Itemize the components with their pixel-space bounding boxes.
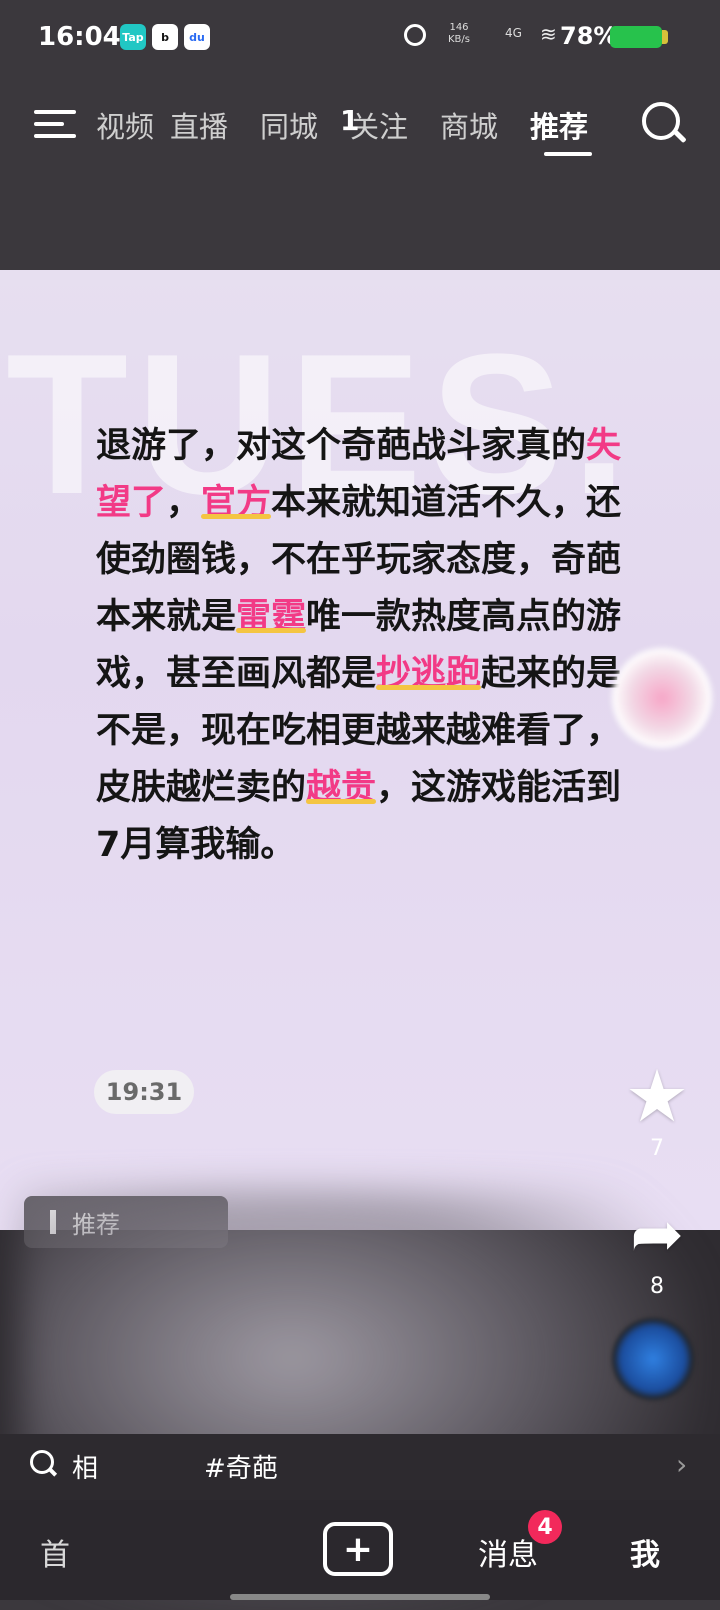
avatar[interactable] (612, 648, 712, 748)
home-indicator[interactable] (230, 1594, 490, 1600)
tab-home[interactable]: 首 (40, 1530, 70, 1574)
messages-badge: 4 (528, 1510, 562, 1544)
status-bar: 16:04 Tap b du 146 KB/s 4G ≋ 78% (0, 0, 720, 80)
tab-mall[interactable]: 商城 (440, 104, 498, 146)
share-action[interactable]: ➦ 8 (612, 1200, 702, 1299)
menu-icon[interactable] (34, 104, 76, 144)
search-icon (30, 1450, 58, 1477)
star-icon[interactable]: ★ (612, 1060, 702, 1132)
tab-messages[interactable]: 消息 (478, 1530, 538, 1574)
create-post-button[interactable]: + (323, 1522, 393, 1576)
tab-live[interactable]: 直播 (170, 104, 228, 146)
highlight-segment: 官方 (201, 483, 272, 523)
recommend-chip-label: 推荐 (72, 1210, 120, 1239)
search-query-prefix: 相 (72, 1454, 99, 1484)
post-text: 退游了，对这个奇葩战斗家真的失望了，官方本来就知道活不久，还使劲圈钱，不在乎玩家… (96, 418, 636, 874)
tab-me[interactable]: 我 (630, 1530, 660, 1574)
status-time: 16:04 (38, 22, 121, 52)
highlight-segment: 越贵 (306, 768, 377, 808)
bottom-tab-bar: 首 + 消息 4 我 (0, 1500, 720, 1600)
share-count: 8 (650, 1274, 664, 1299)
highlight-segment: 雷霆 (236, 597, 307, 637)
search-icon[interactable] (642, 102, 687, 146)
search-query-tag: #奇葩 (204, 1454, 278, 1484)
battery-icon (610, 26, 662, 48)
baidu-app-icon: du (184, 24, 210, 50)
tab-recommend[interactable]: 推荐 (530, 104, 588, 146)
recommend-chip[interactable]: 推荐 (24, 1196, 228, 1248)
app-notification-icon: b (152, 24, 178, 50)
chevron-right-icon[interactable]: › (676, 1448, 687, 1481)
tab-local[interactable]: 同城 (260, 104, 318, 146)
chip-icon (50, 1210, 56, 1234)
network-speed: 146 KB/s (448, 22, 470, 45)
wifi-icon: ≋ (540, 22, 557, 46)
alarm-icon (404, 24, 426, 46)
music-disc-icon[interactable] (612, 1318, 694, 1400)
related-search-bar[interactable]: 相 #奇葩 › (0, 1434, 720, 1500)
signal-label: 4G (505, 26, 522, 40)
battery-percent: 78% (560, 22, 618, 50)
taptap-app-icon: Tap (120, 24, 146, 50)
top-navigation: 视频 直播 同城 关注 1 商城 推荐 (0, 90, 720, 160)
text-segment: ， (166, 483, 202, 523)
active-tab-indicator (544, 152, 592, 156)
highlight-segment: 抄逃跑 (376, 654, 482, 694)
tab-video[interactable]: 视频 (96, 104, 154, 146)
favorite-action[interactable]: ★ 7 (612, 1060, 702, 1161)
post-timestamp: 19:31 (94, 1070, 194, 1114)
favorite-count: 7 (650, 1136, 664, 1161)
following-badge: 1 (340, 104, 360, 137)
share-icon[interactable]: ➦ (612, 1200, 702, 1270)
text-segment: 退游了，对这个奇葩战斗家真的 (96, 426, 587, 466)
charging-icon (662, 30, 668, 44)
plus-icon: + (342, 1528, 374, 1570)
